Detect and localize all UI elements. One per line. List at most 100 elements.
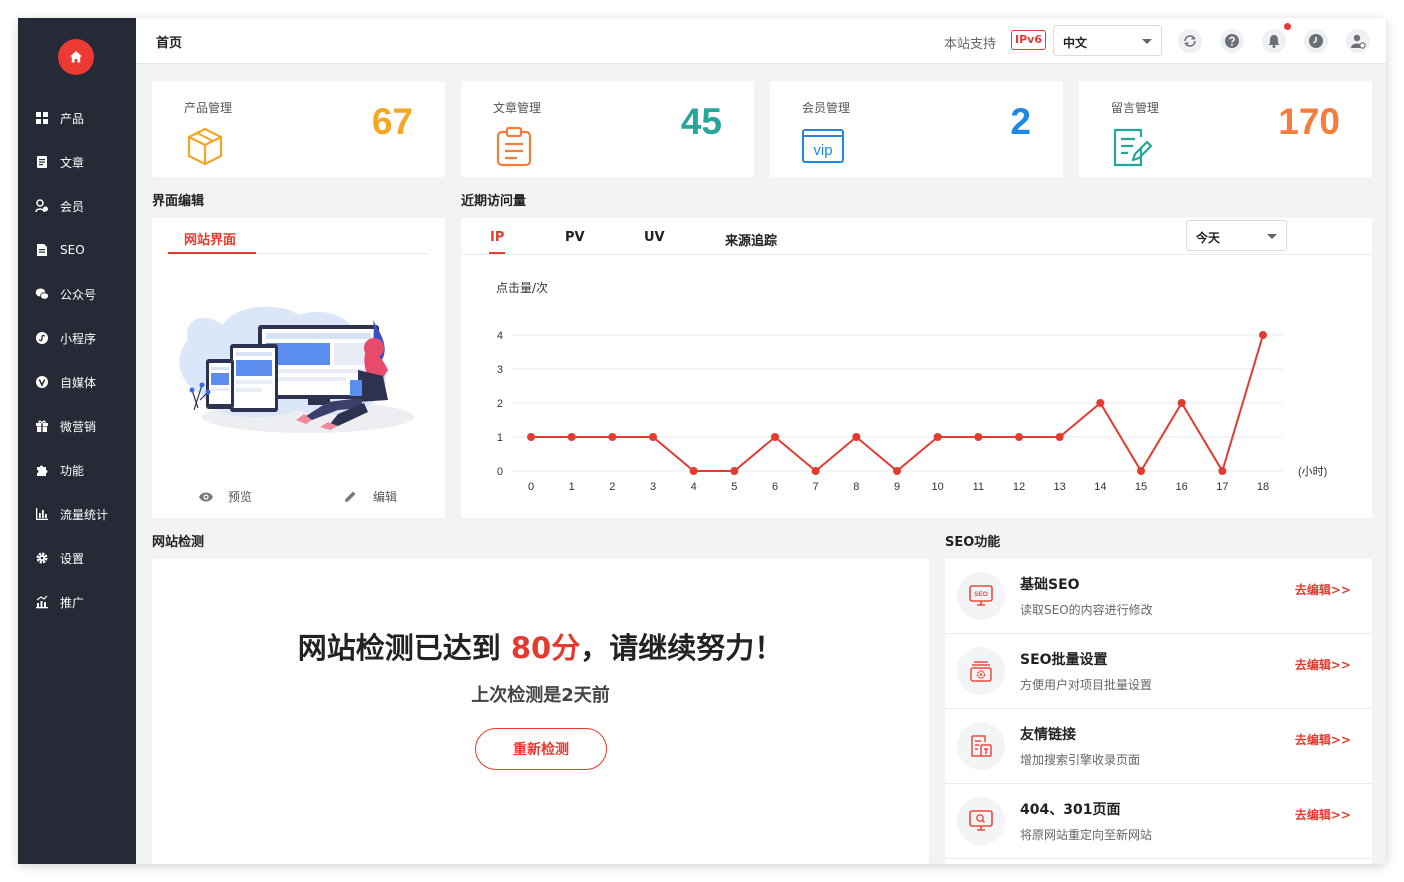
- x-tick-label: 13: [1054, 481, 1066, 493]
- data-point: [608, 433, 617, 441]
- sidebar-item-label: 公众号: [60, 287, 97, 302]
- recheck-button[interactable]: 重新检测: [475, 728, 607, 770]
- x-tick-label: 14: [1094, 481, 1106, 493]
- edit-button[interactable]: 编辑: [344, 488, 397, 505]
- sidebar-item-marketing[interactable]: 微营销: [18, 404, 136, 448]
- date-range-select[interactable]: 今天: [1186, 220, 1287, 251]
- data-point: [1096, 399, 1105, 407]
- user-settings-icon: [1351, 34, 1366, 49]
- stat-card-messages[interactable]: 留言管理 170: [1079, 81, 1372, 177]
- tab-uv[interactable]: UV: [644, 230, 665, 245]
- data-point: [852, 433, 861, 441]
- gear-icon: [36, 552, 48, 564]
- y-tick-label: 1: [497, 432, 503, 444]
- breadcrumb[interactable]: 首页: [156, 32, 182, 51]
- notifications-button[interactable]: [1262, 29, 1286, 53]
- seo-icon-circle: [957, 797, 1005, 845]
- sidebar-item-label: 自媒体: [60, 375, 97, 390]
- data-point: [1218, 467, 1227, 475]
- y-tick-label: 2: [497, 398, 503, 410]
- refresh-button[interactable]: [1178, 29, 1202, 53]
- tab-website-interface[interactable]: 网站界面: [184, 229, 236, 248]
- pencil-icon: [345, 491, 356, 502]
- file-icon: [37, 244, 47, 256]
- user-button[interactable]: [1346, 29, 1370, 53]
- history-button[interactable]: [1304, 29, 1328, 53]
- sidebar-item-settings[interactable]: 设置: [18, 536, 136, 580]
- stat-card-articles[interactable]: 文章管理 45: [461, 81, 754, 177]
- data-point: [730, 467, 739, 475]
- stat-value: 45: [680, 101, 722, 142]
- clock-icon: [1309, 34, 1323, 48]
- home-logo-button[interactable]: [58, 39, 94, 75]
- data-point: [1177, 399, 1186, 407]
- sidebar-item-label: 微营销: [60, 419, 97, 434]
- headline-prefix: 网站检测已达到: [297, 631, 511, 665]
- help-button[interactable]: [1220, 29, 1244, 53]
- seo-badge-text: SEO: [974, 591, 988, 598]
- home-icon: [70, 51, 82, 63]
- seo-edit-link[interactable]: 去编辑>>: [1295, 806, 1351, 823]
- section-title-visits: 近期访问量: [461, 194, 527, 209]
- eye-icon: [199, 492, 213, 501]
- sidebar-item-media[interactable]: 自媒体: [18, 360, 136, 404]
- sidebar-item-seo[interactable]: SEO: [18, 228, 136, 272]
- language-value: 中文: [1063, 36, 1088, 50]
- seo-icon-circle: SEO: [957, 572, 1005, 620]
- app-window: 产品 文章 会员 SEO 公众号 小程序 自媒体 微营销 功能 流量统计 设置 …: [18, 18, 1386, 864]
- y-tick-label: 4: [497, 330, 503, 342]
- sidebar-item-features[interactable]: 功能: [18, 448, 136, 492]
- detection-headline: 网站检测已达到 80分，请继续努力！: [152, 625, 929, 667]
- chart-y-axis-label: 点击量/次: [496, 281, 549, 295]
- preview-button[interactable]: 预览: [198, 488, 252, 505]
- sidebar-item-promote[interactable]: 推广: [18, 580, 136, 624]
- x-tick-label: 10: [932, 481, 944, 493]
- x-tick-label: 0: [528, 481, 534, 493]
- seo-item-desc: 方便用户对项目批量设置: [1020, 678, 1153, 692]
- x-tick-label: 3: [650, 481, 656, 493]
- x-tick-label: 2: [609, 481, 615, 493]
- chart-tab-underline: [489, 252, 505, 254]
- x-tick-label: 17: [1216, 481, 1228, 493]
- x-tick-label: 11: [973, 481, 984, 493]
- x-tick-label: 9: [894, 481, 900, 493]
- media-icon: [36, 376, 48, 388]
- puzzle-icon: [37, 465, 48, 476]
- sidebar-item-members[interactable]: 会员: [18, 184, 136, 228]
- sidebar-item-wechat[interactable]: 公众号: [18, 272, 136, 316]
- seo-edit-link[interactable]: 去编辑>>: [1295, 656, 1351, 673]
- data-point: [811, 467, 820, 475]
- seo-monitor-icon: SEO: [969, 585, 993, 606]
- stat-label: 会员管理: [802, 101, 851, 115]
- stat-card-members[interactable]: 会员管理 vip 2: [770, 81, 1063, 177]
- tab-source-tracking[interactable]: 来源追踪: [725, 230, 777, 249]
- section-title-seo: SEO功能: [945, 535, 1001, 550]
- x-axis-unit-label: (小时): [1298, 465, 1327, 478]
- tab-pv[interactable]: PV: [565, 230, 585, 245]
- data-point: [1259, 331, 1267, 339]
- stat-label: 留言管理: [1111, 101, 1160, 115]
- data-point: [893, 467, 901, 475]
- seo-edit-link[interactable]: 去编辑>>: [1295, 731, 1351, 748]
- sidebar-item-products[interactable]: 产品: [18, 96, 136, 140]
- seo-icon-circle: [957, 722, 1005, 770]
- stat-card-products[interactable]: 产品管理 67: [152, 81, 445, 177]
- last-check-text: 上次检测是2天前: [471, 685, 610, 706]
- sidebar-item-traffic[interactable]: 流量统计: [18, 492, 136, 536]
- stat-value: 67: [371, 101, 413, 142]
- vip-icon: vip: [802, 129, 844, 163]
- language-select[interactable]: 中文: [1053, 25, 1162, 56]
- x-tick-label: 4: [691, 481, 697, 493]
- sidebar-item-miniprogram[interactable]: 小程序: [18, 316, 136, 360]
- seo-item-title: 友情链接: [1020, 727, 1076, 743]
- sidebar-item-label: 产品: [60, 111, 85, 126]
- gift-icon: [36, 420, 48, 432]
- sidebar-item-label: 会员: [60, 199, 85, 214]
- stat-value: 2: [1010, 101, 1031, 142]
- responsive-devices-illustration: [179, 306, 414, 433]
- sidebar-item-articles[interactable]: 文章: [18, 140, 136, 184]
- sidebar-item-label: 文章: [60, 155, 85, 170]
- tab-ip[interactable]: IP: [490, 230, 504, 245]
- seo-edit-link[interactable]: 去编辑>>: [1295, 581, 1351, 598]
- data-point: [933, 433, 942, 441]
